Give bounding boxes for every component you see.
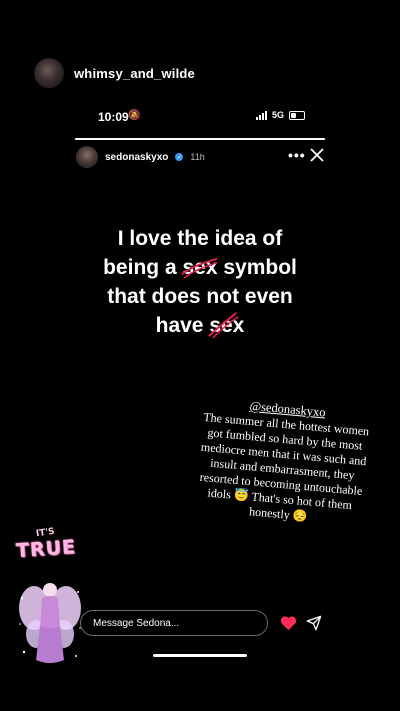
struck-word: sex: [181, 253, 218, 282]
verified-badge-icon: ✓: [175, 153, 184, 161]
network-label: 5G: [272, 110, 285, 120]
story-caption: @sedonaskyxo The summer all the hottest …: [193, 395, 373, 529]
sticker-true-text: TRUE: [15, 535, 77, 563]
quote-line-4: have sex: [40, 311, 360, 340]
status-icons: 5G: [256, 110, 306, 120]
send-icon[interactable]: [306, 615, 322, 631]
more-options-icon[interactable]: •••: [288, 147, 306, 163]
quote-line-2: being a sex symbol: [40, 253, 360, 282]
inner-username[interactable]: sedonaskyxo: [105, 152, 168, 163]
red-strike-mark: [208, 312, 239, 339]
story-time: 11h: [190, 152, 205, 162]
quote-text: symbol: [217, 256, 297, 279]
quote-text: have: [155, 314, 210, 337]
home-indicator: [153, 654, 247, 657]
struck-word: sex: [208, 311, 244, 340]
outer-header[interactable]: whimsy_and_wilde: [34, 58, 195, 88]
red-strike-mark: [181, 257, 218, 279]
battery-icon: [289, 110, 306, 120]
story-progress-bar: [75, 138, 325, 140]
heart-icon[interactable]: [280, 615, 297, 631]
quote-line-1: I love the idea of: [117, 227, 283, 250]
inner-avatar[interactable]: [76, 146, 98, 168]
signal-icon: [256, 110, 267, 120]
avatar[interactable]: [34, 58, 64, 88]
story-progress-fill: [75, 138, 325, 140]
close-icon[interactable]: [310, 148, 324, 162]
quote-line-3: that does not even: [107, 285, 293, 308]
outer-username[interactable]: whimsy_and_wilde: [74, 66, 195, 81]
bell-mute-icon: 🔕: [128, 110, 141, 121]
caption-body: The summer all the hottest women got fum…: [199, 409, 370, 524]
message-placeholder: Message Sedona...: [93, 617, 180, 629]
inner-header[interactable]: sedonaskyxo ✓ 11h: [76, 146, 205, 168]
fairy-sticker-icon: [19, 583, 81, 663]
quote-text: being a: [103, 256, 183, 279]
message-input[interactable]: Message Sedona...: [80, 610, 268, 636]
story-quote: I love the idea of being a sex symbol th…: [40, 224, 360, 340]
status-time: 10:09: [98, 110, 129, 124]
